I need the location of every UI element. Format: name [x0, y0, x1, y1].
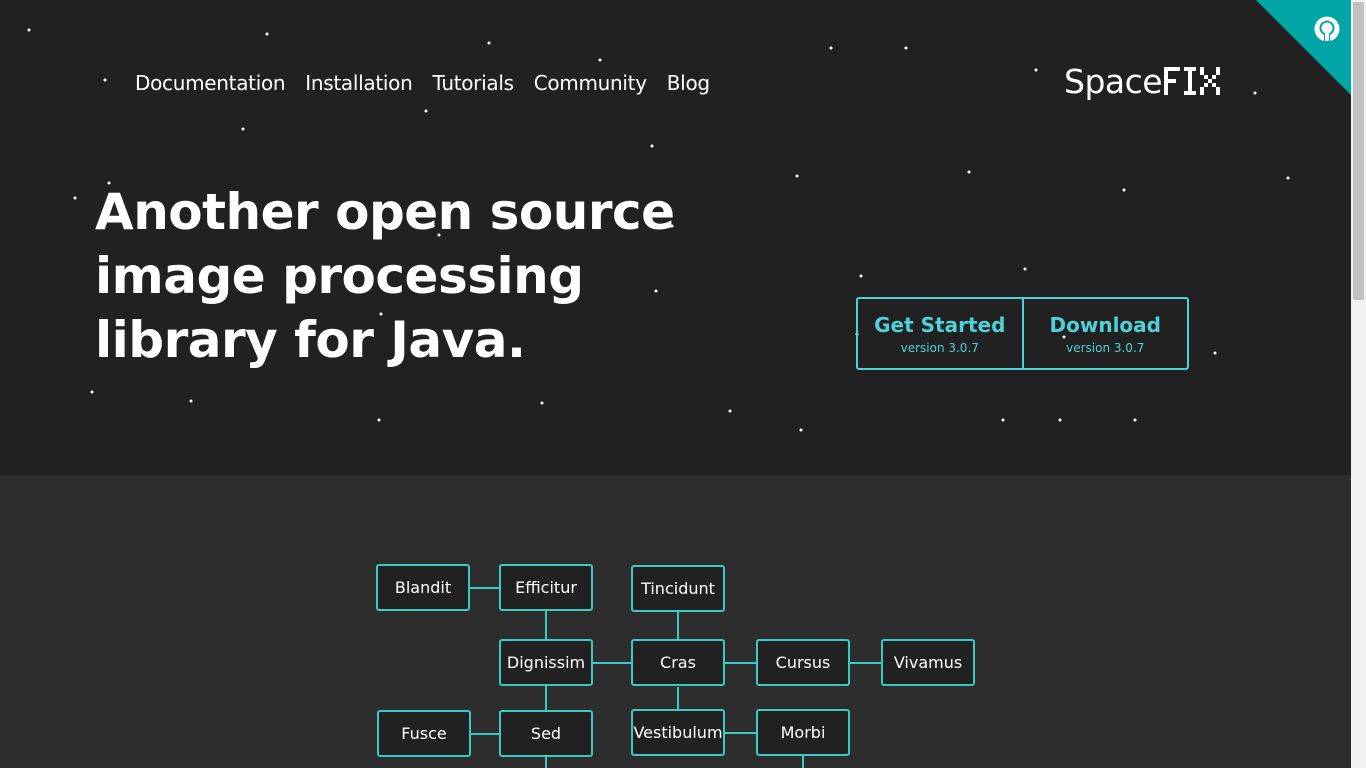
nav-documentation[interactable]: Documentation	[135, 70, 286, 96]
edge-dignissim-sed	[545, 686, 547, 711]
get-started-button[interactable]: Get Started version 3.0.7	[858, 299, 1022, 368]
vertical-scrollbar[interactable]	[1351, 0, 1366, 768]
cta-group: Get Started version 3.0.7 Download versi…	[856, 297, 1189, 370]
brand-pixel-wordmark	[1164, 67, 1221, 95]
tree-node-dignissim[interactable]: Dignissim	[499, 639, 593, 686]
scrollbar-thumb[interactable]	[1353, 2, 1364, 300]
tree-node-cras[interactable]: Cras	[631, 639, 725, 686]
tree-diagram: Blandit Efficitur Tincidunt Dignissim Cr…	[0, 475, 1351, 768]
tree-node-blandit[interactable]: Blandit	[376, 564, 470, 611]
get-started-label: Get Started	[874, 312, 1006, 337]
nav-blog[interactable]: Blog	[667, 70, 710, 96]
tree-node-tincidunt[interactable]: Tincidunt	[631, 565, 725, 612]
tree-node-sed[interactable]: Sed	[499, 710, 593, 757]
edge-blandit-efficitur	[470, 587, 500, 589]
nav-installation[interactable]: Installation	[305, 70, 412, 96]
edge-dignissim-cras	[593, 662, 632, 664]
edge-cursus-vivamus	[850, 662, 882, 664]
edge-tincidunt-cras	[677, 612, 679, 641]
brand-logo[interactable]: Space	[1064, 61, 1224, 101]
edge-vestibulum-morbi	[725, 732, 757, 734]
tree-node-efficitur[interactable]: Efficitur	[499, 564, 593, 611]
edge-fusce-sed	[471, 733, 500, 735]
edge-morbi-down	[802, 756, 804, 768]
nav-tutorials[interactable]: Tutorials	[432, 70, 514, 96]
edge-efficitur-dignissim	[545, 611, 547, 641]
download-version: version 3.0.7	[1066, 340, 1145, 355]
tree-node-morbi[interactable]: Morbi	[756, 709, 850, 756]
edge-cras-vestibulum	[677, 687, 679, 710]
hero-section: Documentation Installation Tutorials Com…	[0, 0, 1351, 475]
tree-node-cursus[interactable]: Cursus	[756, 639, 850, 686]
hero-headline: Another open source image processing lib…	[95, 183, 675, 369]
edge-sed-down	[545, 757, 547, 768]
download-button[interactable]: Download version 3.0.7	[1021, 299, 1188, 368]
tree-node-vivamus[interactable]: Vivamus	[881, 639, 975, 686]
main-nav: Documentation Installation Tutorials Com…	[135, 70, 710, 96]
tree-node-fusce[interactable]: Fusce	[377, 710, 471, 757]
github-corner[interactable]	[1256, 0, 1351, 95]
brand-name: Space	[1064, 61, 1163, 101]
tree-node-vestibulum[interactable]: Vestibulum	[631, 709, 725, 756]
edge-cras-cursus	[725, 662, 757, 664]
download-label: Download	[1049, 312, 1161, 337]
nav-community[interactable]: Community	[534, 70, 647, 96]
get-started-version: version 3.0.7	[900, 340, 979, 355]
